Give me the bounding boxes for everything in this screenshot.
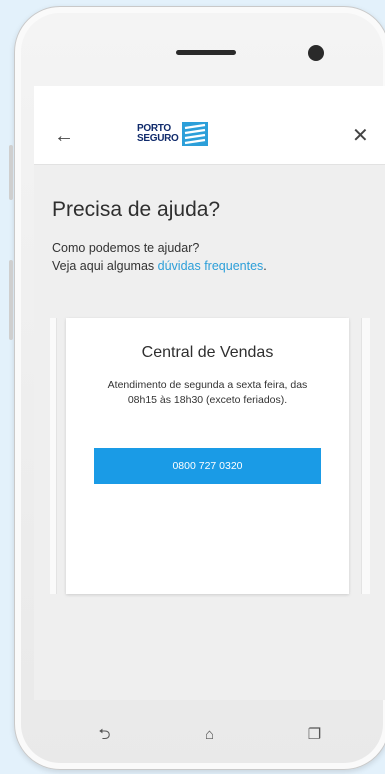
arrow-left-icon[interactable]: ← <box>54 126 74 146</box>
card-hours-text: Atendimento de segunda a sexta feira, da… <box>107 379 308 406</box>
close-icon[interactable]: ✕ <box>352 126 369 146</box>
nav-back-icon[interactable]: ⮌ <box>85 727 125 742</box>
logo-line-2: SEGURO <box>137 133 179 144</box>
faq-link[interactable]: dúvidas frequentes <box>158 259 264 273</box>
next-card-peek[interactable] <box>361 318 370 594</box>
volume-up-button <box>9 145 13 200</box>
porto-seguro-logo: PORTO SEGURO <box>137 119 208 149</box>
faq-prefix: Veja aqui algumas <box>52 259 158 273</box>
faq-line: Veja aqui algumas dúvidas frequentes. <box>52 257 267 275</box>
logo-mark-icon <box>181 122 208 146</box>
app-bar: ← PORTO SEGURO ✕ <box>34 86 385 165</box>
page-title: Precisa de ajuda? <box>52 198 221 221</box>
previous-card-peek[interactable] <box>50 318 57 594</box>
call-phone-button[interactable]: 0800 727 0320 <box>94 448 321 484</box>
nav-recents-icon[interactable]: ❐ <box>295 727 335 742</box>
screen: ← PORTO SEGURO ✕ Precisa de ajuda? Como … <box>34 86 385 700</box>
sales-contact-card: Central de Vendas Atendimento de segunda… <box>66 318 349 594</box>
android-nav-bar: ⮌ ⌂ ❐ <box>34 700 385 768</box>
card-title: Central de Vendas <box>141 344 274 361</box>
front-camera <box>308 45 324 61</box>
faq-suffix: . <box>263 259 267 273</box>
nav-home-icon[interactable]: ⌂ <box>190 727 230 742</box>
help-intro: Como podemos te ajudar? Veja aqui alguma… <box>52 239 267 275</box>
earpiece-speaker <box>176 50 236 55</box>
help-question: Como podemos te ajudar? <box>52 241 200 255</box>
volume-down-button <box>9 260 13 340</box>
